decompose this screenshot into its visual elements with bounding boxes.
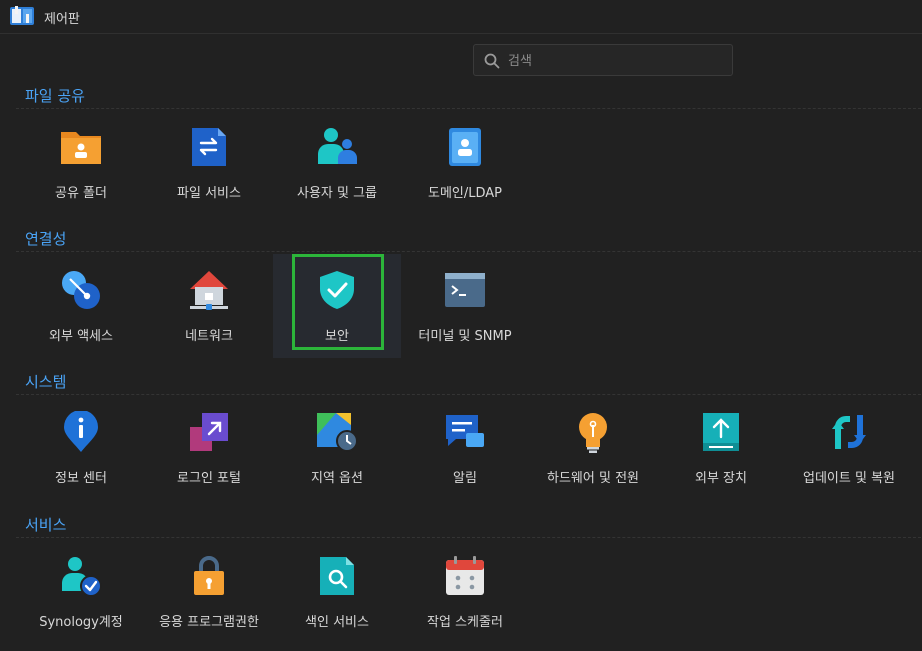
item-label: 파일 서비스 [177, 186, 241, 201]
app-privileges-icon [194, 556, 224, 595]
synology-account-item[interactable]: Synology계정 [17, 547, 145, 651]
external-access-item[interactable]: 외부 액세스 [17, 261, 145, 365]
notification-icon [446, 415, 484, 447]
section-divider [16, 394, 921, 395]
task-scheduler-item[interactable]: 작업 스케줄러 [401, 547, 529, 651]
item-label: 응용 프로그램권한 [159, 615, 259, 630]
search-icon [484, 53, 500, 69]
network-icon [190, 271, 228, 310]
section-title-system: 시스템 [25, 373, 67, 391]
item-label: 업데이트 및 복원 [803, 471, 895, 486]
search-box[interactable] [473, 44, 733, 76]
section-title-services: 서비스 [25, 516, 67, 534]
item-label: 로그인 포털 [177, 471, 241, 486]
item-label: 보안 [325, 329, 349, 344]
indexing-service-icon [320, 557, 354, 595]
app-privileges-item[interactable]: 응용 프로그램권한 [145, 547, 273, 651]
regional-options-icon [317, 413, 358, 452]
item-label: 정보 센터 [55, 471, 107, 486]
item-label: 외부 장치 [695, 471, 747, 486]
item-label: 도메인/LDAP [427, 186, 503, 201]
user-group-item[interactable]: 사용자 및 그룹 [273, 118, 401, 222]
info-center-item[interactable]: 정보 센터 [17, 403, 145, 507]
section-divider [16, 108, 921, 109]
item-label: 알림 [453, 471, 477, 486]
login-portal-icon [190, 413, 228, 451]
synology-account-icon [62, 557, 102, 597]
title-bar: 제어판 [0, 0, 922, 34]
item-label: 외부 액세스 [49, 329, 113, 344]
hardware-power-item[interactable]: 하드웨어 및 전원 [529, 403, 657, 507]
external-devices-item[interactable]: 외부 장치 [657, 403, 785, 507]
item-label: 터미널 및 SNMP [418, 329, 512, 344]
hardware-power-icon [579, 413, 607, 453]
network-item[interactable]: 네트워크 [145, 261, 273, 365]
control-panel-icon [10, 6, 34, 25]
update-restore-icon [832, 415, 866, 449]
domain-ldap-icon [449, 128, 481, 166]
section-title-connectivity: 연결성 [25, 230, 67, 248]
item-label: 지역 옵션 [311, 471, 363, 486]
window-title: 제어판 [44, 12, 80, 27]
item-label: 하드웨어 및 전원 [547, 471, 639, 486]
regional-options-item[interactable]: 지역 옵션 [273, 403, 401, 507]
external-access-icon [62, 271, 100, 309]
section-divider [16, 537, 921, 538]
section-title-file-sharing: 파일 공유 [25, 87, 85, 105]
info-center-icon [64, 411, 98, 452]
update-restore-item[interactable]: 업데이트 및 복원 [785, 403, 913, 507]
item-label: 색인 서비스 [305, 615, 369, 630]
login-portal-item[interactable]: 로그인 포털 [145, 403, 273, 507]
item-label: 공유 폴더 [55, 186, 107, 201]
external-devices-icon [703, 413, 739, 451]
section-divider [16, 251, 921, 252]
search-input[interactable] [506, 51, 730, 71]
item-label: 네트워크 [185, 329, 233, 344]
item-label: 사용자 및 그룹 [296, 186, 378, 201]
domain-ldap-item[interactable]: 도메인/LDAP [401, 118, 529, 222]
shared-folder-item[interactable]: 공유 폴더 [17, 118, 145, 222]
indexing-service-item[interactable]: 색인 서비스 [273, 547, 401, 651]
terminal-icon [445, 273, 485, 307]
notification-item[interactable]: 알림 [401, 403, 529, 507]
terminal-snmp-item[interactable]: 터미널 및 SNMP [401, 261, 529, 365]
security-shield-icon [320, 271, 354, 309]
item-label: Synology계정 [39, 615, 123, 630]
user-group-icon [318, 128, 357, 164]
task-scheduler-icon [446, 556, 484, 595]
file-services-icon [192, 128, 226, 166]
file-services-item[interactable]: 파일 서비스 [145, 118, 273, 222]
item-label: 작업 스케줄러 [427, 615, 503, 630]
security-item[interactable]: 보안 [273, 254, 401, 358]
shared-folder-icon [61, 132, 101, 164]
